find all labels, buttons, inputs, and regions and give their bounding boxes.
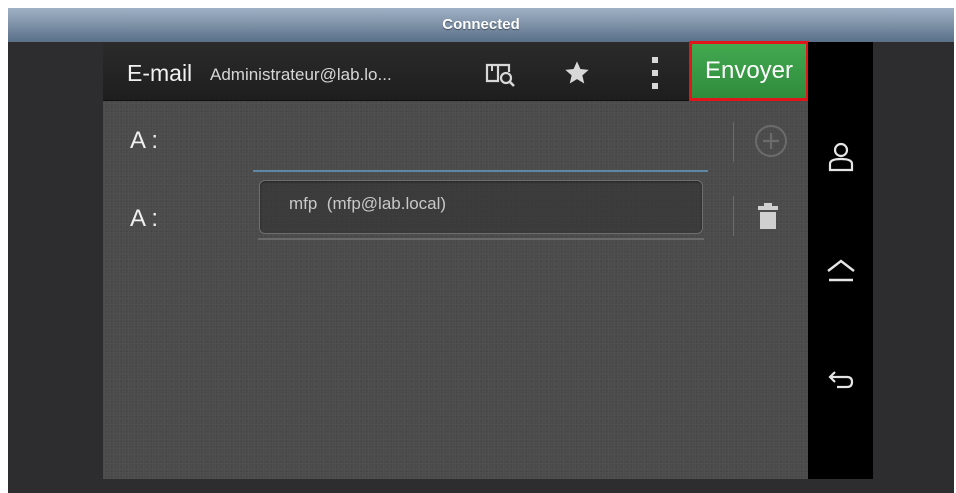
user-icon[interactable] xyxy=(808,137,873,177)
address-book-search-icon[interactable] xyxy=(478,55,522,91)
recipient-chip-text: mfp (mfp@lab.local) xyxy=(289,194,447,213)
trash-icon[interactable] xyxy=(750,196,786,236)
to-input[interactable] xyxy=(253,128,708,170)
row-divider xyxy=(733,196,734,236)
connection-status-text: Connected xyxy=(442,16,520,33)
home-icon[interactable] xyxy=(808,251,873,291)
recipient-chip[interactable]: mfp (mfp@lab.local) xyxy=(259,180,703,234)
to-input-underline xyxy=(253,170,708,172)
row-divider xyxy=(733,122,734,162)
add-recipient-button[interactable] xyxy=(750,120,792,162)
device-screen xyxy=(103,42,808,479)
app-title: E-mail xyxy=(127,60,193,86)
recipient-row-underline xyxy=(258,238,704,240)
overflow-menu-icon[interactable] xyxy=(640,53,670,93)
connection-status-bar: Connected xyxy=(8,8,954,42)
back-icon[interactable] xyxy=(808,360,873,400)
star-icon[interactable] xyxy=(555,55,599,91)
to-field-label: A : xyxy=(130,205,159,232)
send-button[interactable]: Envoyer xyxy=(689,41,809,101)
account-selector[interactable]: Administrateur@lab.lo... xyxy=(210,62,392,88)
to-field-label: A : xyxy=(130,127,159,154)
